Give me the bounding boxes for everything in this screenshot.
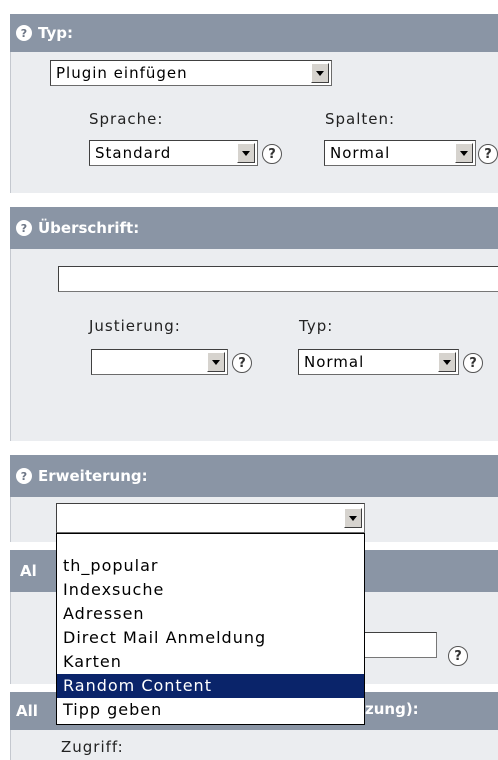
chevron-down-icon[interactable] bbox=[207, 352, 225, 372]
spalten-label: Spalten: bbox=[325, 110, 396, 128]
erweiterung-header: ? Erweiterung: bbox=[10, 455, 498, 497]
allgemein-title-fragment: Al bbox=[20, 562, 37, 580]
dropdown-option[interactable]: Karten bbox=[57, 650, 364, 674]
allgemein2-title-fragment-left: All bbox=[16, 702, 38, 720]
chevron-down-icon[interactable] bbox=[344, 508, 362, 528]
sprache-label: Sprache: bbox=[89, 110, 164, 128]
dropdown-option[interactable]: Tipp geben bbox=[57, 698, 364, 722]
allgemein2-title-fragment-right: zung): bbox=[365, 700, 419, 718]
help-icon[interactable]: ? bbox=[16, 25, 32, 41]
help-icon[interactable]: ? bbox=[448, 646, 468, 666]
divider bbox=[10, 441, 498, 455]
erweiterung-select[interactable] bbox=[56, 503, 365, 533]
ueberschrift-title: Überschrift: bbox=[38, 219, 140, 237]
ueberschrift-typ-select[interactable]: Normal bbox=[298, 349, 459, 375]
typ-select-value: Plugin einfügen bbox=[56, 64, 188, 82]
chevron-down-icon[interactable] bbox=[455, 143, 473, 163]
zugriff-label: Zugriff: bbox=[61, 738, 124, 756]
chevron-down-icon[interactable] bbox=[438, 352, 456, 372]
ueberschrift-typ-select-value: Normal bbox=[304, 353, 365, 371]
dropdown-option[interactable]: Direct Mail Anmeldung bbox=[57, 626, 364, 650]
sprache-select-value: Standard bbox=[95, 144, 172, 162]
chevron-down-icon[interactable] bbox=[311, 63, 329, 83]
divider bbox=[10, 193, 498, 207]
ueberschrift-header: ? Überschrift: bbox=[10, 207, 498, 249]
help-icon[interactable]: ? bbox=[262, 144, 282, 164]
ueberschrift-section: Justierung: ? Typ: Normal ? bbox=[10, 249, 498, 441]
help-icon[interactable]: ? bbox=[478, 144, 498, 164]
help-icon[interactable]: ? bbox=[463, 353, 483, 373]
dropdown-option[interactable]: Indexsuche bbox=[57, 578, 364, 602]
typ-title: Typ: bbox=[38, 24, 73, 42]
help-icon[interactable]: ? bbox=[16, 468, 32, 484]
erweiterung-title: Erweiterung: bbox=[38, 467, 148, 485]
justierung-label: Justierung: bbox=[89, 317, 181, 335]
ueberschrift-input[interactable] bbox=[58, 266, 498, 292]
ueberschrift-typ-label: Typ: bbox=[299, 317, 334, 335]
typ-select[interactable]: Plugin einfügen bbox=[50, 60, 332, 86]
erweiterung-dropdown-list[interactable]: th_popular Indexsuche Adressen Direct Ma… bbox=[56, 533, 365, 725]
spalten-select-value: Normal bbox=[330, 144, 391, 162]
zugriff-section: Zugriff: bbox=[10, 730, 498, 760]
dropdown-option[interactable]: th_popular bbox=[57, 554, 364, 578]
typ-header: ? Typ: bbox=[10, 14, 498, 52]
dropdown-option[interactable]: Adressen bbox=[57, 602, 364, 626]
sprache-select[interactable]: Standard bbox=[89, 140, 258, 166]
chevron-down-icon[interactable] bbox=[237, 143, 255, 163]
justierung-select[interactable] bbox=[91, 349, 228, 375]
spalten-select[interactable]: Normal bbox=[324, 140, 476, 166]
help-icon[interactable]: ? bbox=[232, 353, 252, 373]
help-icon[interactable]: ? bbox=[16, 220, 32, 236]
typ-section: Plugin einfügen Sprache: Standard ? Spal… bbox=[10, 52, 498, 193]
dropdown-option-selected[interactable]: Random Content bbox=[57, 674, 364, 698]
